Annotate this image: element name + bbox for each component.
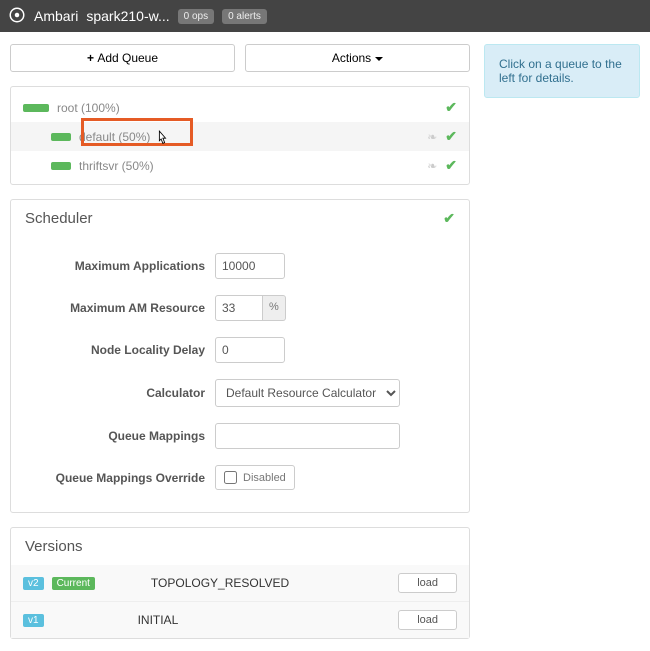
queue-label: root (100%)	[57, 101, 120, 115]
alerts-badge[interactable]: 0 alerts	[222, 9, 267, 24]
load-button[interactable]: load	[398, 610, 457, 630]
check-icon: ✔	[443, 210, 455, 227]
scheduler-panel: Scheduler ✔ Maximum Applications Maximum…	[10, 199, 470, 513]
ambari-logo-icon	[8, 6, 26, 27]
capacity-bar-icon	[23, 104, 49, 112]
queue-mappings-label: Queue Mappings	[25, 429, 205, 443]
check-icon: ✔	[445, 157, 457, 174]
capacity-bar-icon	[51, 162, 71, 170]
queue-mappings-input[interactable]	[215, 423, 400, 449]
scheduler-title: Scheduler	[25, 210, 93, 227]
scheduler-header: Scheduler ✔	[11, 200, 469, 237]
percent-addon: %	[263, 295, 286, 321]
actions-button[interactable]: Actions	[245, 44, 470, 72]
max-apps-label: Maximum Applications	[25, 259, 205, 273]
override-checkbox[interactable]: Disabled	[215, 465, 295, 490]
override-checkbox-label: Disabled	[243, 472, 286, 484]
pointer-cursor-icon	[155, 130, 169, 148]
caret-down-icon	[375, 57, 383, 61]
queue-label: thriftsvr (50%)	[79, 159, 154, 173]
brand-label: Ambari	[34, 8, 78, 24]
version-row: v1 INITIAL load	[11, 601, 469, 638]
calculator-label: Calculator	[25, 386, 205, 400]
versions-panel: Versions v2 Current TOPOLOGY_RESOLVED lo…	[10, 527, 470, 639]
ops-badge[interactable]: 0 ops	[178, 9, 214, 24]
versions-title: Versions	[25, 538, 83, 555]
calculator-select[interactable]: Default Resource Calculator	[215, 379, 400, 407]
version-badge: v1	[23, 614, 44, 627]
queue-mappings-override-label: Queue Mappings Override	[25, 471, 205, 485]
queue-row-root[interactable]: root (100%) ✔	[11, 93, 469, 122]
queue-label: default (50%)	[79, 130, 150, 144]
queue-row-default[interactable]: default (50%) ❧ ✔	[11, 122, 469, 151]
version-row: v2 Current TOPOLOGY_RESOLVED load	[11, 565, 469, 601]
queue-tree-panel: root (100%) ✔ default (50%) ❧ ✔ thriftsv…	[10, 86, 470, 185]
version-status: TOPOLOGY_RESOLVED	[151, 576, 390, 590]
node-locality-input[interactable]	[215, 337, 285, 363]
add-queue-button[interactable]: + Add Queue	[10, 44, 235, 72]
topbar: Ambari spark210-w... 0 ops 0 alerts	[0, 0, 650, 32]
plus-icon: +	[87, 51, 97, 65]
capacity-bar-icon	[51, 133, 71, 141]
toolbar: + Add Queue Actions	[10, 44, 470, 72]
check-icon: ✔	[445, 128, 457, 145]
node-locality-label: Node Locality Delay	[25, 343, 205, 357]
check-icon: ✔	[445, 99, 457, 116]
current-badge: Current	[52, 577, 95, 590]
load-button[interactable]: load	[398, 573, 457, 593]
max-am-input[interactable]	[215, 295, 263, 321]
version-status: INITIAL	[138, 613, 391, 627]
override-checkbox-input[interactable]	[224, 471, 237, 484]
versions-header: Versions	[11, 528, 469, 565]
leaf-icon: ❧	[427, 130, 437, 144]
max-am-label: Maximum AM Resource	[25, 301, 205, 315]
version-badge: v2	[23, 577, 44, 590]
info-message: Click on a queue to the left for details…	[484, 44, 640, 98]
max-apps-input[interactable]	[215, 253, 285, 279]
cluster-breadcrumb[interactable]: spark210-w...	[86, 8, 169, 24]
leaf-icon: ❧	[427, 159, 437, 173]
queue-row-thriftsvr[interactable]: thriftsvr (50%) ❧ ✔	[11, 151, 469, 180]
